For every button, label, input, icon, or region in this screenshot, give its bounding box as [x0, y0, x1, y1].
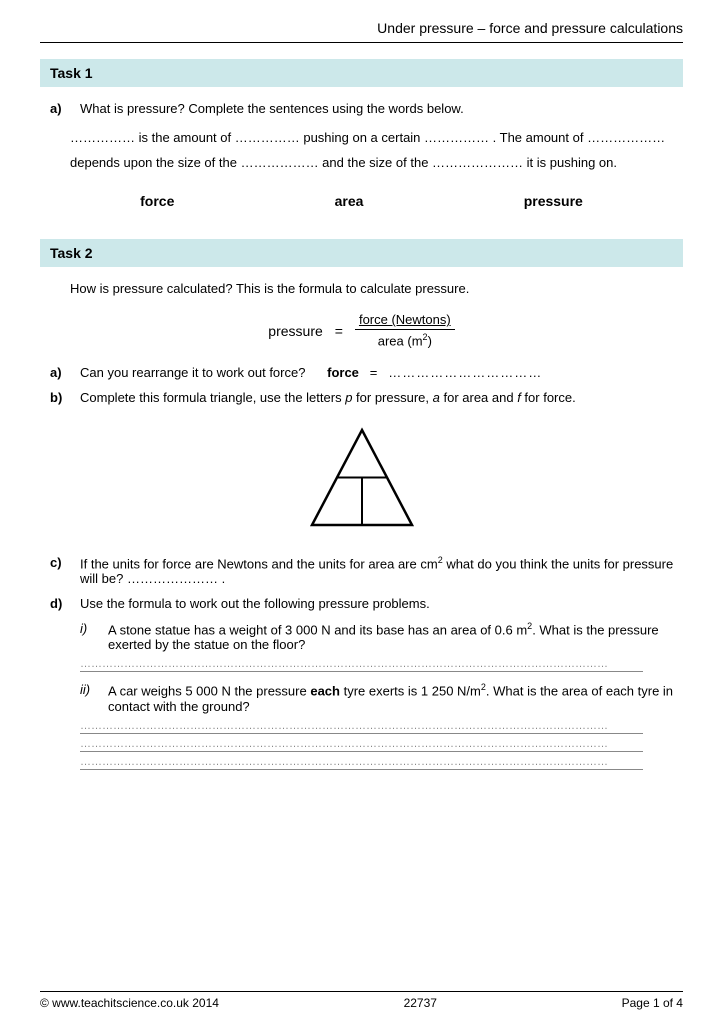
- task2-sub-ii-label: ii): [80, 682, 108, 713]
- word-area: area: [335, 193, 364, 209]
- task1-qa-text: What is pressure? Complete the sentences…: [80, 101, 683, 116]
- formula-triangle-svg: [302, 425, 422, 535]
- footer-page: Page 1 of 4: [622, 996, 683, 1010]
- task1-words: force area pressure: [40, 183, 683, 219]
- task2-qc-text: If the units for force are Newtons and t…: [80, 555, 683, 586]
- task2-qb-text: Complete this formula triangle, use the …: [80, 390, 683, 405]
- task2-qa-answer-dots: ……………………………: [388, 365, 542, 380]
- formula-equals: =: [335, 323, 343, 339]
- formula-section: pressure = force (Newtons) area (m2): [40, 312, 683, 348]
- task2-intro: How is pressure calculated? This is the …: [40, 281, 683, 296]
- task2-sub-ii: ii) A car weighs 5 000 N the pressure ea…: [40, 682, 683, 713]
- page-title: Under pressure – force and pressure calc…: [40, 20, 683, 43]
- formula-pressure-label: pressure: [268, 323, 322, 339]
- task2-qa: a) Can you rearrange it to work out forc…: [40, 365, 683, 380]
- task2-qa-force: force: [327, 365, 359, 380]
- task2-qa-text: Can you rearrange it to work out force? …: [80, 365, 683, 380]
- task2-sub-i-text: A stone statue has a weight of 3 000 N a…: [108, 621, 683, 652]
- task2-sub-ii-answer-line1: ……………………………………………………………………………………………………………: [80, 720, 643, 734]
- task2-qc-label: c): [50, 555, 74, 586]
- word-pressure: pressure: [524, 193, 583, 209]
- task2-qa-label: a): [50, 365, 74, 380]
- triangle-container: [40, 425, 683, 535]
- task1-fill-sentence: …………… is the amount of …………… pushing on …: [40, 126, 683, 175]
- task2-qb: b) Complete this formula triangle, use t…: [40, 390, 683, 405]
- page: Under pressure – force and pressure calc…: [0, 0, 723, 1024]
- task2-qc: c) If the units for force are Newtons an…: [40, 555, 683, 586]
- task1-section: Task 1 a) What is pressure? Complete the…: [40, 59, 683, 219]
- task2-qb-label: b): [50, 390, 74, 405]
- formula-denominator: area (m2): [374, 330, 436, 348]
- formula-line: pressure = force (Newtons) area (m2): [40, 312, 683, 348]
- task2-qd: d) Use the formula to work out the follo…: [40, 596, 683, 611]
- task2-qd-label: d): [50, 596, 74, 611]
- task2-sub-ii-answer-line3: ……………………………………………………………………………………………………………: [80, 756, 643, 770]
- formula-fraction: force (Newtons) area (m2): [355, 312, 455, 348]
- task2-sub-i: i) A stone statue has a weight of 3 000 …: [40, 621, 683, 652]
- task2-sub-i-answer-line1: ……………………………………………………………………………………………………………: [80, 658, 643, 672]
- task2-qd-text: Use the formula to work out the followin…: [80, 596, 683, 611]
- task2-sub-i-label: i): [80, 621, 108, 652]
- task2-section: Task 2 How is pressure calculated? This …: [40, 239, 683, 769]
- formula-numerator: force (Newtons): [355, 312, 455, 330]
- task1-question-a: a) What is pressure? Complete the senten…: [40, 101, 683, 116]
- task2-header: Task 2: [40, 239, 683, 267]
- title-text: Under pressure – force and pressure calc…: [377, 20, 683, 36]
- word-force: force: [140, 193, 174, 209]
- footer-copyright: © www.teachitscience.co.uk 2014: [40, 996, 219, 1010]
- task2-sub-ii-answer-line2: ……………………………………………………………………………………………………………: [80, 738, 643, 752]
- footer-code: 22737: [404, 996, 437, 1010]
- task2-sub-ii-text: A car weighs 5 000 N the pressure each t…: [108, 682, 683, 713]
- footer: © www.teachitscience.co.uk 2014 22737 Pa…: [40, 991, 683, 1010]
- task1-header: Task 1: [40, 59, 683, 87]
- task1-qa-label: a): [50, 101, 74, 116]
